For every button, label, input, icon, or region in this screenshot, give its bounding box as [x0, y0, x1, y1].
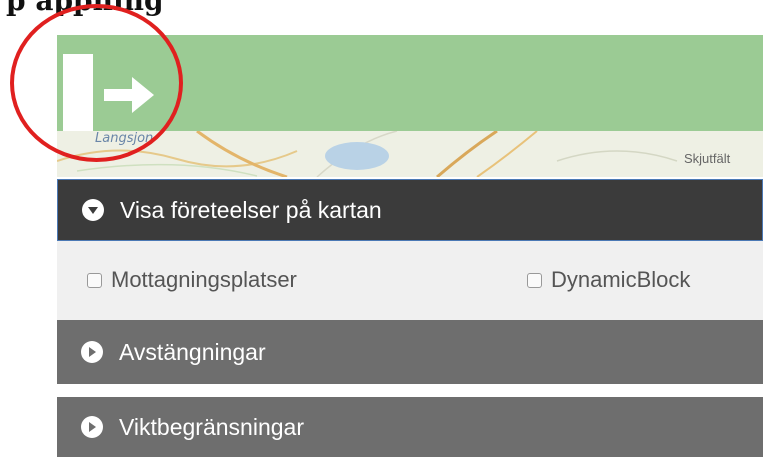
checkbox-dynamicblock[interactable]: DynamicBlock: [527, 267, 690, 293]
section-header-visa-foreteelser[interactable]: Visa företeelser på kartan: [57, 179, 763, 241]
section-header-avstangningar[interactable]: Avstängningar: [57, 320, 763, 384]
checkbox-mottagningsplatser[interactable]: Mottagningsplatser: [87, 267, 297, 293]
sidebar-toggle-button[interactable]: [60, 54, 186, 134]
section-header-viktbegransningar[interactable]: Viktbegränsningar: [57, 397, 763, 457]
checkbox-box[interactable]: [87, 272, 102, 288]
checkbox-label: DynamicBlock: [551, 267, 691, 292]
layer-options: Mottagningsplatser DynamicBlock: [57, 241, 763, 320]
checkbox-label: Mottagningsplatser: [111, 267, 297, 292]
arrow-right-icon: [104, 77, 154, 113]
map-background: [57, 131, 678, 177]
chevron-right-circle-icon: [81, 341, 103, 363]
toggle-bar: [63, 54, 93, 134]
chevron-down-circle-icon: [82, 199, 104, 221]
top-caption: p appning: [0, 0, 763, 16]
map-label-lake: Langsjon: [95, 131, 154, 146]
section-label: Viktbegränsningar: [119, 413, 304, 440]
map-label-area: Skjutfält: [684, 151, 731, 166]
chevron-right-circle-icon: [81, 416, 103, 438]
section-label: Avstängningar: [119, 338, 266, 365]
map-preview[interactable]: Langsjon Skjutfält: [57, 131, 763, 177]
checkbox-box[interactable]: [527, 272, 542, 288]
section-label: Visa företeelser på kartan: [120, 196, 382, 223]
section-divider: [57, 384, 763, 397]
